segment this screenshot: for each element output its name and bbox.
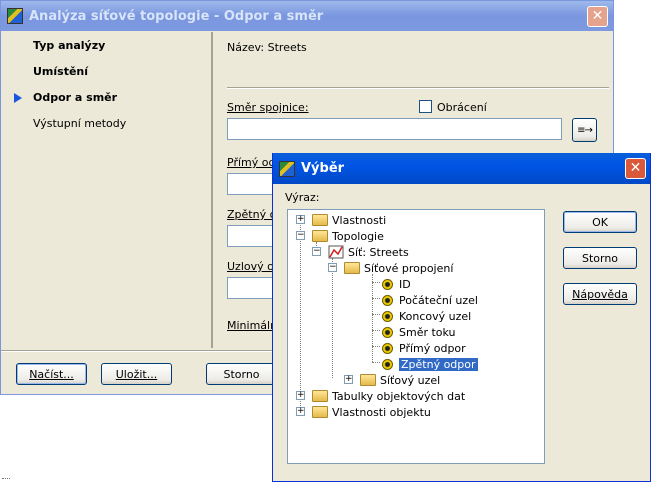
folder-open-icon	[344, 262, 360, 274]
expand-icon[interactable]: +	[344, 375, 353, 384]
dialog-title-bar[interactable]: Výběr ✕	[273, 153, 650, 184]
tree-field-flow-direction[interactable]: Směr toku	[382, 324, 456, 340]
backward-resistance-input[interactable]	[227, 225, 277, 247]
tree-branch	[372, 282, 380, 283]
save-button-label: Uložit...	[115, 367, 158, 381]
link-direction-input[interactable]	[227, 118, 562, 140]
tree-node-label: Síťové propojení	[364, 261, 454, 275]
folder-open-icon	[312, 230, 328, 242]
tree-branch	[372, 346, 380, 347]
current-step-arrow-icon	[14, 93, 22, 103]
expand-icon[interactable]: +	[296, 407, 305, 416]
help-button-label: Nápověda	[572, 287, 628, 301]
network-name-label: Název: Streets	[227, 41, 307, 54]
tree-branch	[372, 362, 380, 363]
nav-item-location[interactable]: Umístění	[33, 65, 88, 78]
selection-dialog: Výběr ✕ Výraz: + Vlastnosti − Topologie …	[272, 153, 651, 482]
main-cancel-button[interactable]: Storno	[206, 363, 277, 385]
app-icon	[7, 8, 23, 24]
folder-icon	[312, 406, 328, 418]
tree-node-network[interactable]: − Síť: Streets	[312, 244, 409, 260]
dialog-app-icon	[279, 160, 295, 177]
folder-icon	[360, 374, 376, 386]
tree-node-object-properties[interactable]: + Vlastnosti objektu	[296, 404, 431, 420]
reverse-checkbox-label[interactable]: Obrácení	[437, 101, 487, 114]
dialog-cancel-button-label: Storno	[581, 251, 619, 265]
tree-field-start-node[interactable]: Počáteční uzel	[382, 292, 478, 308]
tree-branch	[372, 314, 380, 315]
collapse-icon[interactable]: −	[296, 231, 305, 240]
tree-field-id[interactable]: ID	[382, 276, 411, 292]
tree-branch	[372, 330, 380, 331]
tree-field-label: Směr toku	[399, 325, 456, 339]
tree-node-links[interactable]: − Síťové propojení	[328, 260, 453, 276]
nav-panel: Typ analýzy Umístění Odpor a směr Výstup…	[3, 32, 213, 348]
forward-resistance-input[interactable]	[227, 173, 277, 195]
tree-field-backward-resistance[interactable]: Zpětný odpor	[382, 356, 478, 372]
ok-button[interactable]: OK	[563, 211, 637, 233]
collapse-icon[interactable]: −	[328, 263, 337, 272]
expression-icon: ≡→	[577, 124, 593, 136]
tree-node-label: Vlastnosti	[332, 213, 387, 227]
stray-dots	[2, 478, 10, 479]
tree-field-end-node[interactable]: Koncový uzel	[382, 308, 471, 324]
tree-node-label: Síťový uzel	[380, 373, 441, 387]
field-icon	[382, 342, 393, 354]
tree-field-label-selected: Zpětný odpor	[399, 357, 478, 371]
tree-line-root	[300, 218, 301, 410]
tree-node-label: Topologie	[332, 229, 384, 243]
main-window-title: Analýza síťové topologie - Odpor a směr	[29, 8, 324, 24]
expand-icon[interactable]: +	[296, 391, 305, 400]
link-direction-label: Směr spojnice:	[227, 101, 309, 114]
load-button-label: Načíst...	[29, 367, 74, 381]
tree-node-properties[interactable]: + Vlastnosti	[296, 212, 386, 228]
load-button[interactable]: Načíst...	[16, 363, 87, 385]
close-icon[interactable]: ✕	[587, 6, 608, 27]
tree-node-network-node[interactable]: + Síťový uzel	[344, 372, 440, 388]
field-icon	[382, 278, 393, 290]
tree-node-label: Tabulky objektových dat	[332, 389, 466, 403]
tree-branch	[372, 298, 380, 299]
field-icon	[382, 358, 393, 370]
dialog-cancel-button[interactable]: Storno	[563, 247, 637, 269]
reverse-checkbox[interactable]	[419, 100, 432, 113]
expression-tree[interactable]: + Vlastnosti − Topologie − Síť: Streets …	[287, 209, 545, 464]
ok-button-label: OK	[592, 215, 608, 229]
link-direction-expression-button[interactable]: ≡→	[572, 118, 597, 142]
nav-item-output-methods[interactable]: Výstupní metody	[33, 117, 126, 130]
tree-field-label: Koncový uzel	[399, 309, 472, 323]
field-icon	[382, 294, 393, 306]
nav-item-analysis-type[interactable]: Typ analýzy	[33, 39, 105, 52]
field-icon	[382, 310, 393, 322]
tree-node-label: Síť: Streets	[348, 245, 409, 259]
folder-icon	[312, 214, 328, 226]
dialog-title: Výběr	[301, 161, 345, 176]
tree-field-forward-resistance[interactable]: Přímý odpor	[382, 340, 466, 356]
save-button[interactable]: Uložit...	[101, 363, 172, 385]
nav-item-resistance-direction[interactable]: Odpor a směr	[33, 91, 117, 104]
field-icon	[382, 326, 393, 338]
expand-icon[interactable]: +	[296, 215, 305, 224]
tree-node-object-tables[interactable]: + Tabulky objektových dat	[296, 388, 465, 404]
tree-line-links	[372, 274, 373, 362]
collapse-icon[interactable]: −	[312, 247, 321, 256]
folder-icon	[312, 390, 328, 402]
tree-node-topology[interactable]: − Topologie	[296, 228, 384, 244]
help-button[interactable]: Nápověda	[563, 283, 637, 305]
main-title-bar[interactable]: Analýza síťové topologie - Odpor a směr …	[1, 1, 613, 31]
node-resistance-input[interactable]	[227, 277, 277, 299]
expression-label: Výraz:	[285, 191, 320, 204]
tree-field-label: Počáteční uzel	[399, 293, 478, 307]
network-icon	[328, 245, 344, 259]
dialog-close-icon[interactable]: ✕	[625, 158, 646, 179]
main-cancel-button-label: Storno	[223, 367, 260, 381]
tree-node-label: Vlastnosti objektu	[332, 405, 431, 419]
tree-field-label: Přímý odpor	[399, 341, 466, 355]
tree-line-network	[332, 258, 333, 378]
tree-field-label: ID	[399, 277, 411, 291]
separator	[227, 87, 609, 89]
